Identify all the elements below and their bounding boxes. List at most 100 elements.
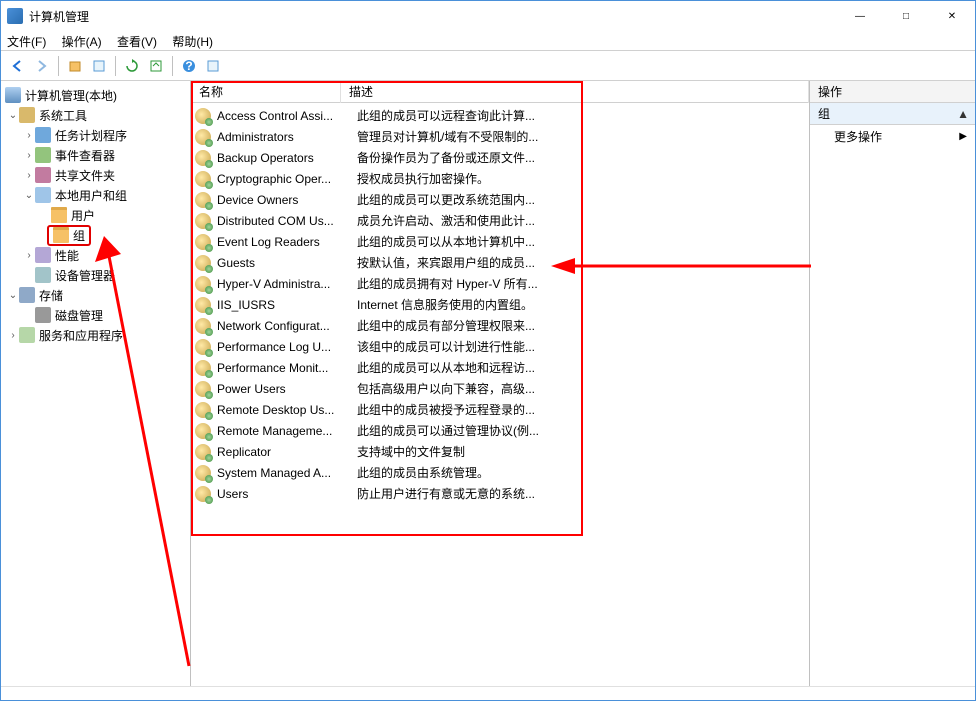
group-icon	[195, 276, 211, 292]
list-item[interactable]: Remote Desktop Us...此组中的成员被授予远程登录的...	[195, 399, 805, 420]
close-button[interactable]: ✕	[929, 1, 975, 31]
toolbar-export-icon[interactable]	[145, 55, 167, 77]
menu-file[interactable]: 文件(F)	[7, 35, 46, 49]
list-item-name: Power Users	[217, 382, 357, 396]
list-item-name: Remote Desktop Us...	[217, 403, 357, 417]
list-item[interactable]: IIS_IUSRSInternet 信息服务使用的内置组。	[195, 294, 805, 315]
list-item-name: Access Control Assi...	[217, 109, 357, 123]
share-icon	[35, 167, 51, 183]
tree-disk[interactable]: 磁盘管理	[3, 305, 188, 325]
tree-services-label: 服务和应用程序	[39, 327, 123, 344]
list-item-name: Administrators	[217, 130, 357, 144]
list-item-name: Hyper-V Administra...	[217, 277, 357, 291]
actions-section[interactable]: 组 ▲	[810, 103, 975, 125]
tree-perf-label: 性能	[55, 247, 79, 264]
toolbar-new-icon[interactable]	[64, 55, 86, 77]
expand-icon[interactable]: ⌄	[7, 110, 19, 121]
storage-icon	[19, 287, 35, 303]
group-icon	[195, 423, 211, 439]
list-item-desc: 此组的成员拥有对 Hyper-V 所有...	[357, 275, 805, 292]
minimize-button[interactable]: —	[837, 1, 883, 31]
tree-localusers[interactable]: ⌄ 本地用户和组	[3, 185, 188, 205]
list-item-desc: 该组中的成员可以计划进行性能...	[357, 338, 805, 355]
folder-icon	[51, 207, 67, 223]
column-header-name[interactable]: 名称	[191, 81, 341, 103]
list-item-desc: 此组的成员可以从本地计算机中...	[357, 233, 805, 250]
maximize-button[interactable]: □	[883, 1, 929, 31]
list-item-desc: 按默认值，来宾跟用户组的成员...	[357, 254, 805, 271]
list-item[interactable]: Replicator支持域中的文件复制	[195, 441, 805, 462]
toolbar-properties-icon[interactable]	[88, 55, 110, 77]
tree-root[interactable]: 计算机管理(本地)	[3, 85, 188, 105]
list-item-desc: 成员允许启动、激活和使用此计...	[357, 212, 805, 229]
performance-icon	[35, 247, 51, 263]
toolbar-help-icon[interactable]: ?	[178, 55, 200, 77]
list-item[interactable]: Cryptographic Oper...授权成员执行加密操作。	[195, 168, 805, 189]
list-item-name: Cryptographic Oper...	[217, 172, 357, 186]
tree-sched-label: 任务计划程序	[55, 127, 127, 144]
list-item-desc: 管理员对计算机/域有不受限制的...	[357, 128, 805, 145]
list-item[interactable]: Performance Monit...此组的成员可以从本地和远程访...	[195, 357, 805, 378]
list-item[interactable]: Access Control Assi...此组的成员可以远程查询此计算...	[195, 105, 805, 126]
list-item[interactable]: Users防止用户进行有意或无意的系统...	[195, 483, 805, 504]
toolbar-help2-icon[interactable]	[202, 55, 224, 77]
list-item[interactable]: Performance Log U...该组中的成员可以计划进行性能...	[195, 336, 805, 357]
nav-back-button[interactable]	[7, 55, 29, 77]
list-item[interactable]: Hyper-V Administra...此组的成员拥有对 Hyper-V 所有…	[195, 273, 805, 294]
tree-services[interactable]: › 服务和应用程序	[3, 325, 188, 345]
list-item-name: Guests	[217, 256, 357, 270]
eventviewer-icon	[35, 147, 51, 163]
menu-view[interactable]: 查看(V)	[117, 35, 157, 49]
tree-groups-label: 组	[73, 227, 85, 244]
tree-disk-label: 磁盘管理	[55, 307, 103, 324]
tree-groups-folder[interactable]: 组	[3, 225, 188, 245]
tree-systools[interactable]: ⌄ 系统工具	[3, 105, 188, 125]
list-item-desc: 此组中的成员有部分管理权限来...	[357, 317, 805, 334]
expand-icon[interactable]: ⌄	[7, 290, 19, 301]
tree-localusers-label: 本地用户和组	[55, 187, 127, 204]
list-item-desc: 此组的成员由系统管理。	[357, 464, 805, 481]
triangle-right-icon: ▶	[959, 125, 967, 149]
computer-icon	[5, 87, 21, 103]
group-icon	[195, 486, 211, 502]
tree-sched[interactable]: › 任务计划程序	[3, 125, 188, 145]
tree-panel: 计算机管理(本地) ⌄ 系统工具 › 任务计划程序 › 事件查看器 › 共享文件…	[1, 81, 191, 686]
expand-icon[interactable]: ›	[23, 250, 35, 261]
expand-icon[interactable]: ›	[7, 330, 19, 341]
list-item[interactable]: System Managed A...此组的成员由系统管理。	[195, 462, 805, 483]
app-icon	[7, 8, 23, 24]
group-icon	[195, 360, 211, 376]
expand-icon[interactable]: ›	[23, 170, 35, 181]
tree-share-label: 共享文件夹	[55, 167, 115, 184]
list-item[interactable]: Power Users包括高级用户以向下兼容，高级...	[195, 378, 805, 399]
list-item[interactable]: Administrators管理员对计算机/域有不受限制的...	[195, 126, 805, 147]
menu-action[interactable]: 操作(A)	[62, 35, 102, 49]
tree-share[interactable]: › 共享文件夹	[3, 165, 188, 185]
nav-forward-button[interactable]	[31, 55, 53, 77]
list-item[interactable]: Guests按默认值，来宾跟用户组的成员...	[195, 252, 805, 273]
menu-help[interactable]: 帮助(H)	[172, 35, 213, 49]
list-item[interactable]: Distributed COM Us...成员允许启动、激活和使用此计...	[195, 210, 805, 231]
expand-icon[interactable]: ›	[23, 130, 35, 141]
column-header-desc[interactable]: 描述	[341, 81, 809, 103]
list-item[interactable]: Network Configurat...此组中的成员有部分管理权限来...	[195, 315, 805, 336]
list-item-name: Event Log Readers	[217, 235, 357, 249]
tree-systools-label: 系统工具	[39, 107, 87, 124]
tree-device[interactable]: 设备管理器	[3, 265, 188, 285]
list-item-name: Users	[217, 487, 357, 501]
list-item[interactable]: Remote Manageme...此组的成员可以通过管理协议(例...	[195, 420, 805, 441]
list-item-desc: 支持域中的文件复制	[357, 443, 805, 460]
actions-section-label: 组	[818, 103, 830, 125]
list-item[interactable]: Device Owners此组的成员可以更改系统范围内...	[195, 189, 805, 210]
tree-storage[interactable]: ⌄ 存储	[3, 285, 188, 305]
toolbar-refresh-icon[interactable]	[121, 55, 143, 77]
list-item[interactable]: Event Log Readers此组的成员可以从本地计算机中...	[195, 231, 805, 252]
expand-icon[interactable]: ›	[23, 150, 35, 161]
tree-event[interactable]: › 事件查看器	[3, 145, 188, 165]
list-item[interactable]: Backup Operators备份操作员为了备份或还原文件...	[195, 147, 805, 168]
actions-more[interactable]: 更多操作 ▶	[810, 125, 975, 149]
tree-perf[interactable]: › 性能	[3, 245, 188, 265]
expand-icon[interactable]: ⌄	[23, 190, 35, 201]
actions-panel: 操作 组 ▲ 更多操作 ▶	[810, 81, 975, 686]
tree-users-folder[interactable]: 用户	[3, 205, 188, 225]
